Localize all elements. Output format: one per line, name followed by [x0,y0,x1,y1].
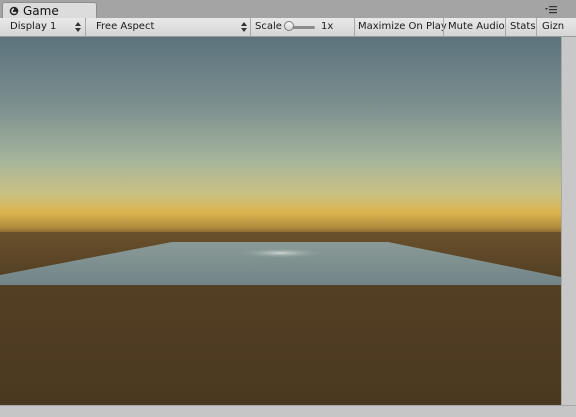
updown-arrows-icon [75,22,81,32]
unity-game-icon [9,6,19,16]
maximize-on-play-toggle[interactable]: Maximize On Play [354,18,447,36]
gizmos-toggle[interactable]: Gizn [536,18,576,36]
game-window: Game Display 1 Free Aspect Scale 1x Maxi… [0,0,576,417]
vertical-scrollbar[interactable] [561,37,576,405]
aspect-label: Free Aspect [96,21,155,32]
toolbar-divider [85,18,86,36]
scale-slider-thumb[interactable] [284,21,294,31]
scale-control: Scale 1x [250,18,354,36]
scale-label: Scale [255,21,282,32]
mute-label: Mute Audio [448,21,505,32]
stats-toggle[interactable]: Stats [505,18,536,36]
tab-strip: Game [0,0,576,19]
sky [0,37,561,237]
scene-render [0,37,561,405]
tab-game[interactable]: Game [2,2,97,19]
maximize-label: Maximize On Play [358,21,447,32]
bottom-status-bar [0,405,576,417]
light-spot [237,248,325,258]
updown-arrows-icon [241,22,247,32]
gizmos-label: Gizn [542,21,565,32]
aspect-dropdown[interactable]: Free Aspect [90,18,250,36]
display-dropdown[interactable]: Display 1 [0,18,85,36]
scale-value: 1x [321,21,334,32]
mute-audio-toggle[interactable]: Mute Audio [443,18,505,36]
game-toolbar: Display 1 Free Aspect Scale 1x Maximize … [0,18,576,37]
tab-menu-icon[interactable] [544,4,558,16]
stats-label: Stats [510,21,536,32]
display-label: Display 1 [10,21,57,32]
game-viewport[interactable] [0,37,561,405]
tab-title: Game [23,4,59,18]
